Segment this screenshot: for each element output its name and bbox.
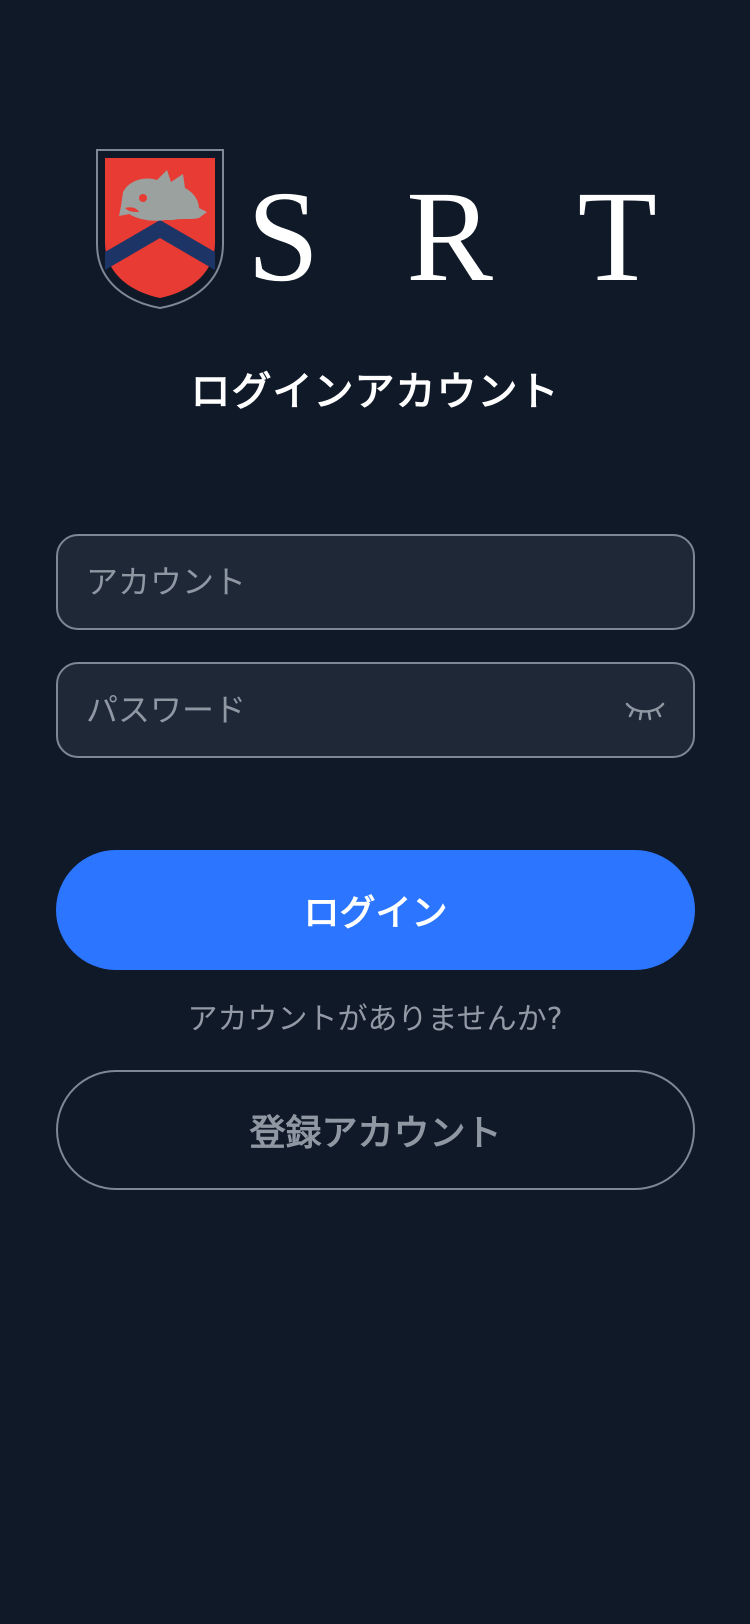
login-button[interactable]: ログイン — [56, 850, 695, 970]
password-field — [56, 662, 695, 758]
register-account-button[interactable]: 登録アカウント — [56, 1070, 695, 1190]
account-field — [56, 534, 695, 630]
wordmark-text: S R T — [247, 165, 657, 304]
srt-wordmark: S R T — [247, 165, 657, 304]
eye-closed-icon[interactable] — [623, 692, 667, 728]
page-title: ログインアカウント — [190, 369, 560, 415]
no-account-text: アカウントがありませんか? — [187, 1002, 563, 1037]
shield-crest-icon — [96, 149, 224, 310]
account-input[interactable] — [86, 536, 646, 628]
login-screen: S R T ログインアカウント ログイン アカウントがありませんか? 登録アカウ… — [0, 0, 750, 1624]
password-input[interactable] — [86, 664, 556, 756]
srt-logo: S R T — [95, 148, 660, 310]
